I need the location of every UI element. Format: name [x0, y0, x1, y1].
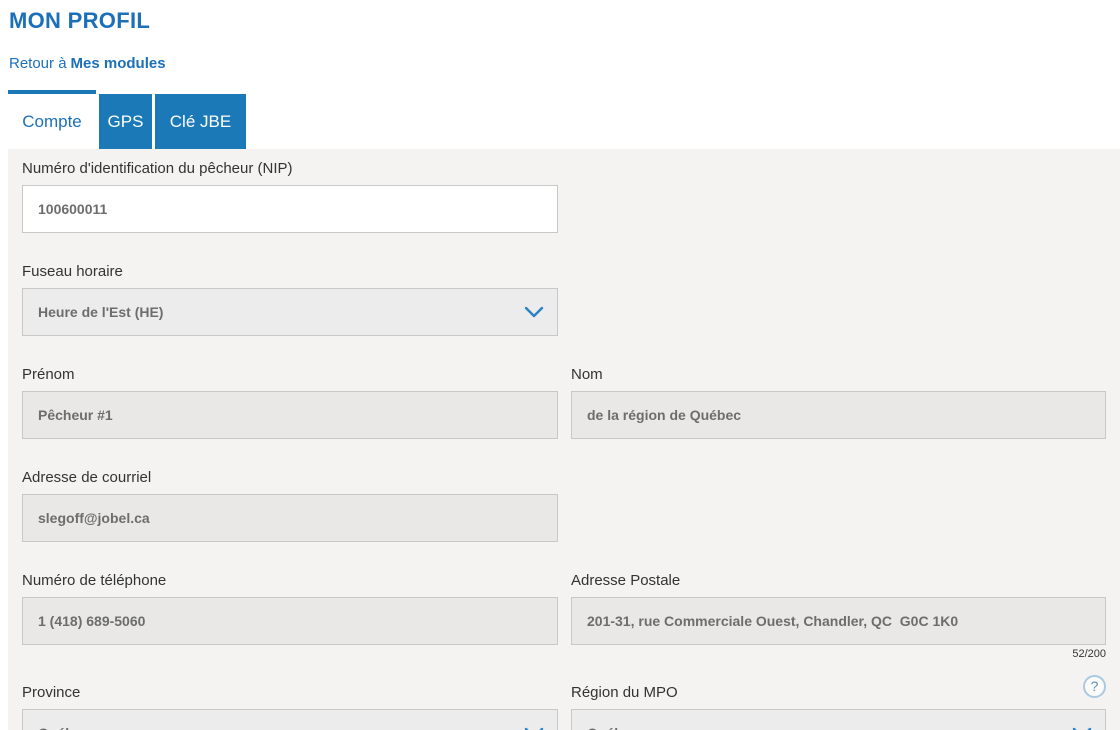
- dfo-region-select[interactable]: Québec: [571, 709, 1106, 730]
- page-title: MON PROFIL: [9, 8, 151, 33]
- profile-form-panel: Numéro d'identification du pêcheur (NIP)…: [8, 149, 1120, 730]
- last-name-label: Nom: [571, 366, 603, 383]
- postal-address-char-counter: 52/200: [1072, 648, 1106, 660]
- province-label: Province: [22, 684, 81, 701]
- row-timezone: Fuseau horaire Heure de l'Est (HE): [22, 264, 1106, 336]
- nip-label: Numéro d'identification du pêcheur (NIP): [22, 160, 293, 177]
- dfo-region-label: Région du MPO: [571, 684, 678, 701]
- breadcrumb-link-mes-modules[interactable]: Mes modules: [71, 55, 166, 72]
- row-name: Prénom Nom: [22, 367, 1106, 439]
- timezone-label: Fuseau horaire: [22, 263, 123, 280]
- timezone-select[interactable]: Heure de l'Est (HE): [22, 288, 558, 336]
- phone-label: Numéro de téléphone: [22, 572, 167, 589]
- province-select[interactable]: Québec: [22, 709, 558, 730]
- province-selected-value: Québec: [38, 725, 89, 730]
- tab-compte[interactable]: Compte: [8, 90, 96, 149]
- tab-gps[interactable]: GPS: [99, 94, 152, 149]
- tab-bar: Compte GPS Clé JBE: [8, 90, 1120, 149]
- first-name-label: Prénom: [22, 366, 75, 383]
- row-phone-address: Numéro de téléphone Adresse Postale: [22, 573, 1106, 645]
- email-input: [22, 494, 558, 542]
- row-email: Adresse de courriel: [22, 470, 1106, 542]
- postal-address-label: Adresse Postale: [571, 572, 681, 589]
- phone-input: [22, 597, 558, 645]
- chevron-down-icon: [524, 306, 544, 318]
- first-name-input: [22, 391, 558, 439]
- last-name-input: [571, 391, 1106, 439]
- tab-cle-jbe[interactable]: Clé JBE: [155, 94, 246, 149]
- email-label: Adresse de courriel: [22, 469, 152, 486]
- nip-input[interactable]: [22, 185, 558, 233]
- dfo-region-selected-value: Québec: [587, 725, 638, 730]
- postal-address-input[interactable]: [571, 597, 1106, 645]
- help-icon[interactable]: ?: [1083, 675, 1106, 698]
- row-nip: Numéro d'identification du pêcheur (NIP): [22, 161, 1106, 233]
- breadcrumb-prefix: Retour à: [9, 55, 67, 72]
- timezone-selected-value: Heure de l'Est (HE): [38, 304, 164, 320]
- row-province-region: Province Québec Région du MPO ? Québec: [22, 675, 1106, 730]
- breadcrumb: Retour à Mes modules: [9, 55, 1120, 72]
